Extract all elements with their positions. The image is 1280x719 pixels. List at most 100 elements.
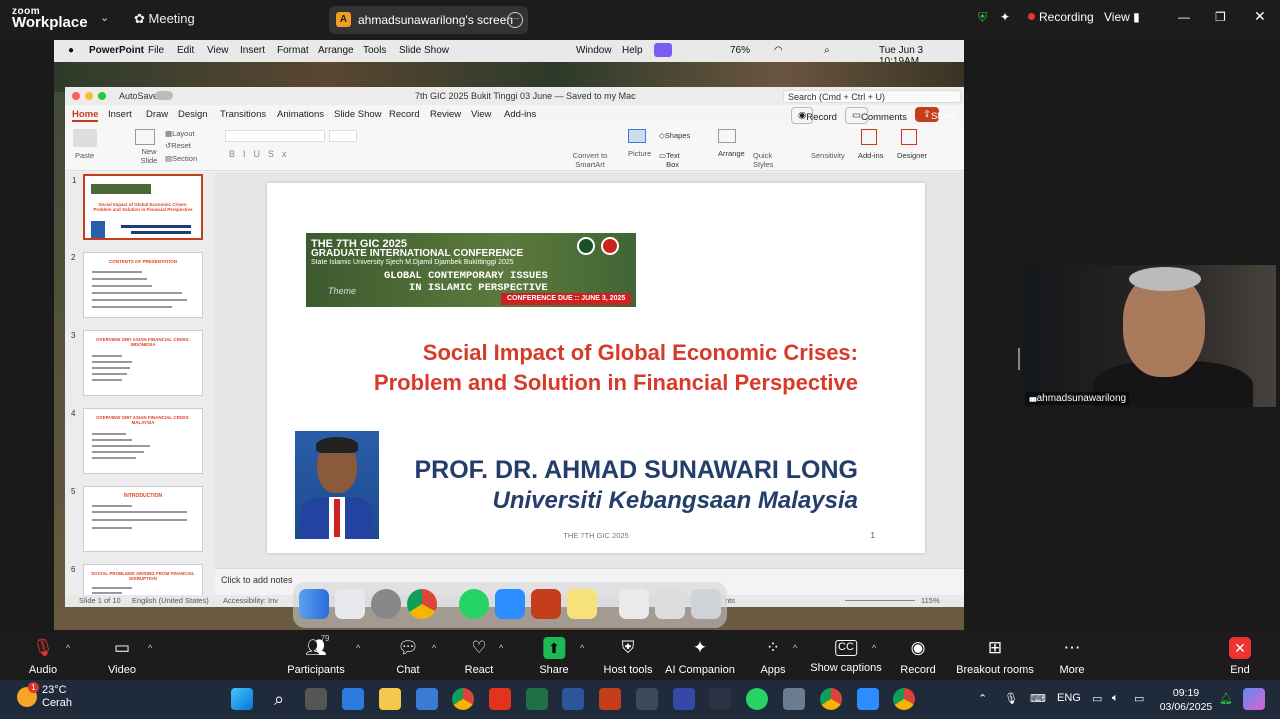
settings-icon[interactable] xyxy=(783,688,805,710)
thumbnail-slide-3[interactable]: 3 OVERVIEW 1997 ASIAN FINANCIAL CRISIS: I… xyxy=(71,330,203,396)
designer-button[interactable]: Designer xyxy=(897,151,927,160)
participants-options-caret[interactable]: ^ xyxy=(356,643,360,653)
share-button[interactable]: ⇪ Share xyxy=(915,107,956,122)
trash-icon[interactable] xyxy=(691,589,721,619)
picture-button[interactable]: Picture xyxy=(628,149,651,158)
new-slide-button[interactable]: New Slide xyxy=(139,147,159,165)
close-icon[interactable]: ✕ xyxy=(1254,8,1266,25)
tab-slide-show[interactable]: Slide Show xyxy=(334,109,382,120)
video-button[interactable]: ▭ Video xyxy=(108,635,136,676)
microphone-icon[interactable]: 🎙︎ xyxy=(1004,692,1018,705)
menu-app-name[interactable]: PowerPoint xyxy=(89,45,144,56)
sensitivity-button[interactable]: Sensitivity xyxy=(811,151,845,160)
search-icon[interactable]: ⌕ xyxy=(268,688,290,710)
menu-item[interactable]: Tools xyxy=(363,45,386,56)
word-icon[interactable] xyxy=(562,688,584,710)
menu-item[interactable]: Format xyxy=(277,45,309,56)
chrome-profile-icon[interactable] xyxy=(820,688,842,710)
taskbar-clock[interactable]: 09:19 03/06/2025 xyxy=(1158,686,1214,714)
tab-add-ins[interactable]: Add-ins xyxy=(504,109,536,120)
share-screen-button[interactable]: ⬆ Share xyxy=(539,635,569,676)
zoom-level[interactable]: 115% xyxy=(921,596,940,605)
tab-review[interactable]: Review xyxy=(430,109,461,120)
picture-icon[interactable] xyxy=(628,129,646,143)
excel-icon[interactable] xyxy=(526,688,548,710)
volume-icon[interactable]: 🔈︎ xyxy=(1112,692,1119,705)
language-status[interactable]: English (United States) xyxy=(132,596,209,605)
document-title[interactable]: 7th GIC 2025 Bukit Tinggi 03 June — Save… xyxy=(415,91,636,101)
keyboard-icon[interactable] xyxy=(655,589,685,619)
participant-video[interactable]: ahmadsunawarilong xyxy=(1023,265,1276,407)
menu-item[interactable]: Insert xyxy=(240,45,265,56)
finder-icon[interactable] xyxy=(299,589,329,619)
preview-icon[interactable] xyxy=(619,589,649,619)
captions-options-caret[interactable]: ^ xyxy=(872,643,876,653)
sparkle-icon[interactable]: ✦ xyxy=(1000,10,1010,24)
breakout-rooms-button[interactable]: ⊞ Breakout rooms xyxy=(956,635,1034,676)
copilot-icon[interactable] xyxy=(1243,688,1265,710)
tray-chevron-icon[interactable]: ⌃ xyxy=(978,692,987,705)
paste-button[interactable]: Paste xyxy=(75,151,94,160)
recording-indicator[interactable]: Recording xyxy=(1028,10,1094,24)
acrobat-icon[interactable] xyxy=(489,688,511,710)
tab-insert[interactable]: Insert xyxy=(108,109,132,120)
thumbnail-slide-2[interactable]: 2 CONTENTS OF PRESENTATION xyxy=(71,252,203,318)
audio-options-caret[interactable]: ^ xyxy=(66,643,70,653)
search-icon[interactable]: ⌕ xyxy=(824,45,830,56)
arrange-button[interactable]: Arrange xyxy=(718,149,745,158)
smartart-button[interactable]: Convert to SmartArt xyxy=(570,151,610,169)
current-slide[interactable]: THE 7TH GIC 2025 GRADUATE INTERNATIONAL … xyxy=(267,183,925,553)
app-icon[interactable] xyxy=(673,688,695,710)
participants-button[interactable]: 👥︎ 79 Participants xyxy=(287,634,344,676)
app-icon[interactable] xyxy=(709,688,731,710)
audio-button[interactable]: 🎙︎ Audio xyxy=(29,635,57,676)
whatsapp-icon[interactable] xyxy=(459,589,489,619)
shield-check-icon[interactable]: ⛨ xyxy=(978,10,987,25)
show-captions-button[interactable]: CC Show captions xyxy=(810,635,882,674)
menu-item[interactable]: Slide Show xyxy=(399,45,449,56)
more-button[interactable]: ⋯ More xyxy=(1059,635,1084,676)
more-icon[interactable]: ··· xyxy=(507,12,523,28)
notes-icon[interactable] xyxy=(567,589,597,619)
react-options-caret[interactable]: ^ xyxy=(499,643,503,653)
chrome-icon[interactable] xyxy=(407,589,437,619)
menu-item[interactable]: View xyxy=(207,45,229,56)
ai-companion-button[interactable]: ✦ AI Companion xyxy=(665,635,735,676)
autosave-toggle[interactable] xyxy=(155,91,173,100)
tab-transitions[interactable]: Transitions xyxy=(220,109,266,120)
task-view-icon[interactable] xyxy=(305,688,327,710)
apple-icon[interactable]: ● xyxy=(68,45,74,56)
screen-share-status-icon[interactable] xyxy=(654,43,672,57)
thumbnail-slide-4[interactable]: 4 OVERVIEW 1997 ASIAN FINANCIAL CRISIS: M… xyxy=(71,408,203,474)
thumbnail-slide-1[interactable]: 1 Social Impact of Global Economic Crises… xyxy=(72,174,203,240)
minimize-window-icon[interactable] xyxy=(85,92,93,100)
designer-icon[interactable] xyxy=(901,129,917,145)
snipping-icon[interactable] xyxy=(636,688,658,710)
chrome-profile-icon[interactable] xyxy=(893,688,915,710)
new-slide-icon[interactable] xyxy=(135,129,155,145)
add-ins-button[interactable]: Add-ins xyxy=(858,151,883,160)
chat-button[interactable]: 💬︎ Chat xyxy=(396,635,419,676)
font-size-select[interactable] xyxy=(329,130,357,142)
menu-item[interactable]: Help xyxy=(622,45,643,56)
tab-design[interactable]: Design xyxy=(178,109,208,120)
menu-item[interactable]: Window xyxy=(576,45,612,56)
tab-view[interactable]: View xyxy=(471,109,491,120)
panel-drag-handle[interactable] xyxy=(1018,348,1020,370)
notification-icon[interactable]: 🔔︎ xyxy=(1219,692,1233,705)
section-button[interactable]: ▤ Section xyxy=(165,154,197,163)
zoom-slider[interactable] xyxy=(845,600,915,601)
video-options-caret[interactable]: ^ xyxy=(148,643,152,653)
end-meeting-button[interactable]: ✕ End xyxy=(1229,635,1251,676)
zoom-icon[interactable] xyxy=(495,589,525,619)
start-icon[interactable] xyxy=(231,688,253,710)
thumbnail-slide-6[interactable]: 6 SOCIAL PROBLEMS ARISING FROM FINANCIAL … xyxy=(71,564,203,595)
screen-share-pill[interactable]: A ahmadsunawarilong's screen ··· xyxy=(329,6,528,34)
record-meeting-button[interactable]: ◉ Record xyxy=(900,635,935,676)
tab-draw[interactable]: Draw xyxy=(146,109,168,120)
language-indicator[interactable]: ENG xyxy=(1057,692,1081,704)
record-button[interactable]: ◉ Record xyxy=(791,107,837,124)
text-box-button[interactable]: ▭ Text Box xyxy=(659,151,680,169)
shapes-button[interactable]: ◇ Shapes xyxy=(659,131,690,140)
host-tools-button[interactable]: ⛨ Host tools xyxy=(604,635,653,676)
